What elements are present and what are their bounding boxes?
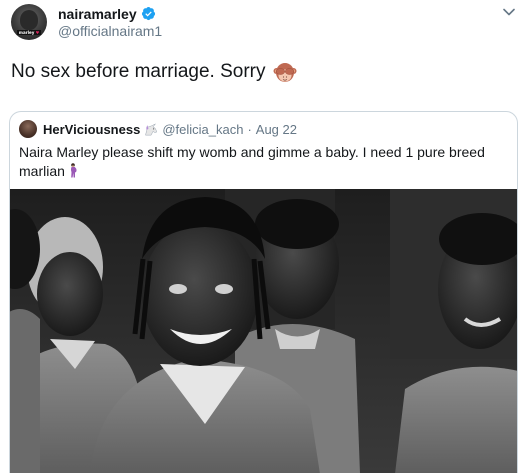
author-name-row: nairamarley <box>58 5 156 22</box>
author-display-name[interactable]: nairamarley <box>58 6 137 22</box>
verified-badge-icon <box>141 6 155 21</box>
quoted-author-handle[interactable]: @felicia_kach <box>162 122 243 137</box>
avatar-tag: marley ♥ <box>17 30 41 35</box>
chevron-down-icon[interactable] <box>503 8 515 16</box>
pregnant-woman-icon <box>70 163 77 178</box>
avatar-face <box>20 10 38 30</box>
quoted-author-display-name[interactable]: HerViciousness <box>43 122 140 137</box>
tweet-text: No sex before marriage. Sorry <box>11 61 266 82</box>
author-avatar[interactable]: marley ♥ <box>11 4 47 40</box>
quoted-separator: · <box>247 121 252 137</box>
tweet-card: marley ♥ nairamarley @officialnairam1 No… <box>0 0 525 473</box>
tweet-body: No sex before marriage. Sorry <box>11 60 297 84</box>
quoted-timestamp[interactable]: Aug 22 <box>256 122 297 137</box>
see-no-evil-monkey-icon <box>273 63 296 82</box>
person-left-edge <box>10 209 40 473</box>
quoted-tweet-header: HerViciousness @felicia_kach · Aug 22 <box>19 120 297 138</box>
quoted-tweet-text: Naira Marley please shift my womb and gi… <box>19 143 509 181</box>
unicorn-icon <box>145 123 158 135</box>
author-handle[interactable]: @officialnairam1 <box>58 23 162 39</box>
quoted-tweet-photo[interactable] <box>10 189 517 473</box>
quoted-author-avatar[interactable] <box>19 120 37 138</box>
prison-group-photo <box>10 189 517 473</box>
quoted-text: Naira Marley please shift my womb and gi… <box>19 144 485 179</box>
quoted-tweet[interactable]: HerViciousness @felicia_kach · Aug 22 Na… <box>9 111 518 473</box>
